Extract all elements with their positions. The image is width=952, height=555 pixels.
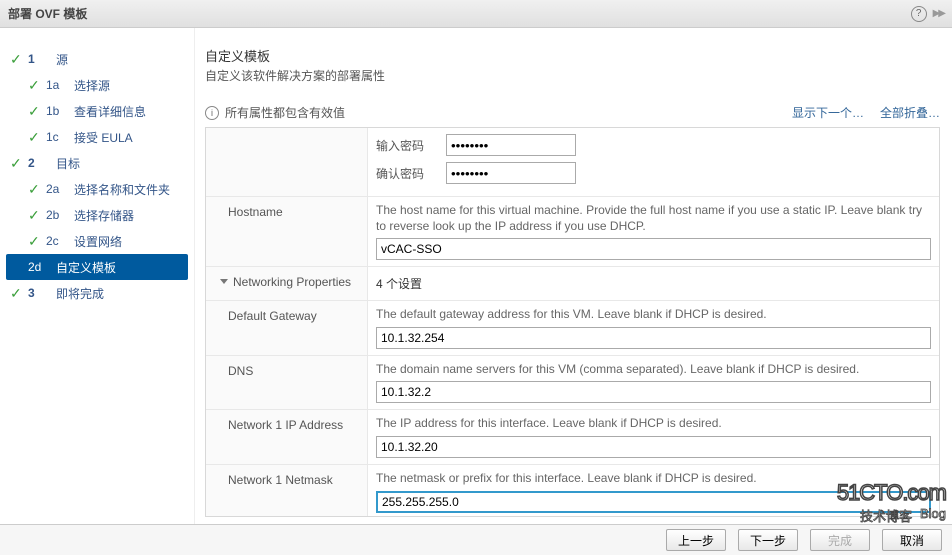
netmask-label: Network 1 Netmask	[206, 465, 368, 517]
help-icon[interactable]: ?	[911, 6, 927, 22]
step-destination[interactable]: ✓2目标	[0, 150, 194, 176]
validation-text: 所有属性都包含有效值	[225, 104, 345, 121]
show-next-link[interactable]: 显示下一个…	[792, 104, 864, 121]
page-title: 自定义模板	[205, 46, 940, 65]
step-label: 接受 EULA	[74, 129, 133, 146]
networking-count: 4 个设置	[376, 275, 422, 292]
collapse-all-link[interactable]: 全部折叠…	[880, 104, 940, 121]
next-button[interactable]: 下一步	[738, 529, 798, 551]
hostname-input[interactable]	[376, 238, 931, 260]
netmask-desc: The netmask or prefix for this interface…	[376, 471, 931, 487]
back-button[interactable]: 上一步	[666, 529, 726, 551]
step-label: 源	[56, 51, 68, 68]
dialog-footer: 上一步 下一步 完成 取消	[0, 524, 952, 555]
properties-form: 输入密码 确认密码 Hostname The host name for thi…	[205, 127, 940, 517]
enter-password-label: 输入密码	[376, 137, 436, 154]
step-label: 自定义模板	[56, 259, 116, 276]
step-accept-eula[interactable]: ✓1c接受 EULA	[0, 124, 194, 150]
step-label: 设置网络	[74, 233, 122, 250]
check-icon: ✓	[28, 103, 46, 120]
ip-label: Network 1 IP Address	[206, 410, 368, 464]
gateway-input[interactable]	[376, 327, 931, 349]
step-review-details[interactable]: ✓1b查看详细信息	[0, 98, 194, 124]
wizard-sidebar: ✓1源 ✓1a选择源 ✓1b查看详细信息 ✓1c接受 EULA ✓2目标 ✓2a…	[0, 28, 195, 524]
gateway-label: Default Gateway	[206, 301, 368, 355]
cancel-button[interactable]: 取消	[882, 529, 942, 551]
ip-desc: The IP address for this interface. Leave…	[376, 416, 931, 432]
check-icon: ✓	[28, 77, 46, 94]
enter-password-input[interactable]	[446, 134, 576, 156]
chevron-down-icon	[220, 279, 228, 284]
finish-button: 完成	[810, 529, 870, 551]
step-label: 选择源	[74, 77, 110, 94]
step-select-storage[interactable]: ✓2b选择存储器	[0, 202, 194, 228]
step-setup-networks[interactable]: ✓2c设置网络	[0, 228, 194, 254]
gateway-desc: The default gateway address for this VM.…	[376, 307, 931, 323]
step-label: 选择名称和文件夹	[74, 181, 170, 198]
networking-section-label[interactable]: Networking Properties	[206, 267, 368, 300]
nav-arrows-icon[interactable]: ▶▶	[933, 8, 944, 19]
ip-input[interactable]	[376, 436, 931, 458]
page-subtitle: 自定义该软件解决方案的部署属性	[205, 67, 940, 84]
header-controls: ? ▶▶	[911, 6, 944, 22]
hostname-desc: The host name for this virtual machine. …	[376, 203, 931, 234]
check-icon: ✓	[10, 155, 28, 172]
info-icon: i	[205, 106, 219, 120]
confirm-password-label: 确认密码	[376, 165, 436, 182]
confirm-password-input[interactable]	[446, 162, 576, 184]
netmask-input[interactable]	[376, 491, 931, 513]
step-source[interactable]: ✓1源	[0, 46, 194, 72]
dns-label: DNS	[206, 356, 368, 410]
check-icon: ✓	[28, 181, 46, 198]
hostname-label: Hostname	[206, 197, 368, 266]
password-section-label	[206, 128, 368, 196]
check-icon: ✓	[28, 233, 46, 250]
step-label: 即将完成	[56, 285, 104, 302]
step-label: 目标	[56, 155, 80, 172]
check-icon: ✓	[10, 51, 28, 68]
dns-input[interactable]	[376, 381, 931, 403]
check-icon: ✓	[28, 129, 46, 146]
main-area: ✓1源 ✓1a选择源 ✓1b查看详细信息 ✓1c接受 EULA ✓2目标 ✓2a…	[0, 28, 952, 524]
dialog-header: 部署 OVF 模板 ? ▶▶	[0, 0, 952, 28]
step-select-source[interactable]: ✓1a选择源	[0, 72, 194, 98]
dialog-title: 部署 OVF 模板	[8, 5, 87, 22]
validation-row: i 所有属性都包含有效值 显示下一个… 全部折叠…	[205, 104, 940, 121]
step-customize-template[interactable]: 2d自定义模板	[6, 254, 188, 280]
dns-desc: The domain name servers for this VM (com…	[376, 362, 931, 378]
check-icon: ✓	[28, 207, 46, 224]
content-panel: 自定义模板 自定义该软件解决方案的部署属性 i 所有属性都包含有效值 显示下一个…	[195, 28, 952, 524]
step-label: 选择存储器	[74, 207, 134, 224]
check-icon: ✓	[10, 285, 28, 302]
step-ready-complete[interactable]: ✓3即将完成	[0, 280, 194, 306]
step-label: 查看详细信息	[74, 103, 146, 120]
step-select-name[interactable]: ✓2a选择名称和文件夹	[0, 176, 194, 202]
